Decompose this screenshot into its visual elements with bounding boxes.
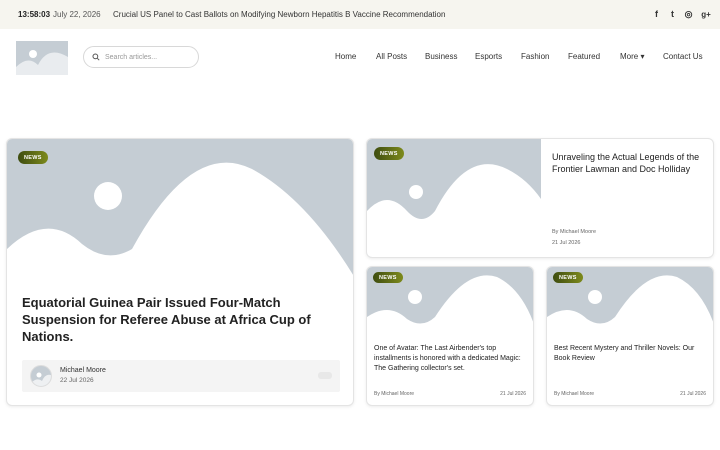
featured-image[interactable] [7, 139, 353, 278]
category-badge[interactable]: NEWS [18, 151, 48, 164]
author-name[interactable]: By Michael Moore [374, 391, 414, 397]
top-bar: 13:58:03 July 22, 2026 Crucial US Panel … [0, 0, 720, 29]
side-article-title[interactable]: Unraveling the Actual Legends of the Fro… [552, 151, 707, 175]
nav-contact-us[interactable]: Contact Us [663, 52, 703, 61]
clock: 13:58:03 [18, 10, 51, 19]
small-article-card[interactable]: NEWS Best Recent Mystery and Thriller No… [546, 266, 714, 406]
featured-article-card[interactable]: NEWS Equatorial Guinea Pair Issued Four-… [6, 138, 354, 406]
publish-date: 22 Jul 2026 [60, 377, 94, 384]
social-links: f t ◎ g+ [652, 8, 712, 20]
nav-featured[interactable]: Featured [568, 52, 600, 61]
nav-business[interactable]: Business [425, 52, 457, 61]
site-header: Search articles... Home All Posts Busine… [0, 29, 720, 89]
author-name[interactable]: By Michael Moore [554, 391, 594, 397]
nav-all-posts[interactable]: All Posts [376, 52, 407, 61]
avatar-placeholder-icon [31, 372, 51, 386]
search-input[interactable]: Search articles... [105, 54, 157, 61]
nav-home[interactable]: Home [335, 52, 356, 61]
author-name[interactable]: By Michael Moore [552, 229, 596, 235]
author-name[interactable]: Michael Moore [60, 367, 106, 374]
small-article-card[interactable]: NEWS One of Avatar: The Last Airbender's… [366, 266, 534, 406]
author-box: Michael Moore 22 Jul 2026 [22, 360, 340, 392]
twitter-icon[interactable]: t [668, 8, 677, 20]
nav-esports[interactable]: Esports [475, 52, 502, 61]
instagram-icon[interactable]: ◎ [684, 8, 693, 20]
search-box[interactable]: Search articles... [83, 46, 199, 68]
site-logo[interactable] [16, 41, 68, 75]
google-plus-icon[interactable]: g+ [700, 8, 712, 20]
publish-date: 21 Jul 2026 [680, 391, 706, 397]
nav-more[interactable]: More ▾ [620, 52, 644, 61]
featured-title[interactable]: Equatorial Guinea Pair Issued Four-Match… [22, 294, 342, 345]
read-more-pill[interactable] [318, 372, 332, 379]
avatar[interactable] [30, 365, 52, 387]
category-badge[interactable]: NEWS [553, 272, 583, 283]
current-date: July 22, 2026 [53, 10, 101, 19]
news-ticker[interactable]: Crucial US Panel to Cast Ballots on Modi… [113, 10, 445, 19]
logo-placeholder-icon [16, 50, 68, 75]
publish-date: 21 Jul 2026 [552, 240, 581, 246]
side-article-card[interactable]: NEWS Unraveling the Actual Legends of th… [366, 138, 714, 258]
image-placeholder-icon [7, 162, 353, 278]
small-article-title[interactable]: One of Avatar: The Last Airbender's top … [374, 344, 529, 374]
category-badge[interactable]: NEWS [374, 147, 404, 160]
publish-date: 21 Jul 2026 [500, 391, 526, 397]
category-badge[interactable]: NEWS [373, 272, 403, 283]
search-icon [92, 53, 100, 61]
nav-fashion[interactable]: Fashion [521, 52, 549, 61]
small-article-title[interactable]: Best Recent Mystery and Thriller Novels:… [554, 344, 709, 364]
facebook-icon[interactable]: f [652, 8, 661, 20]
